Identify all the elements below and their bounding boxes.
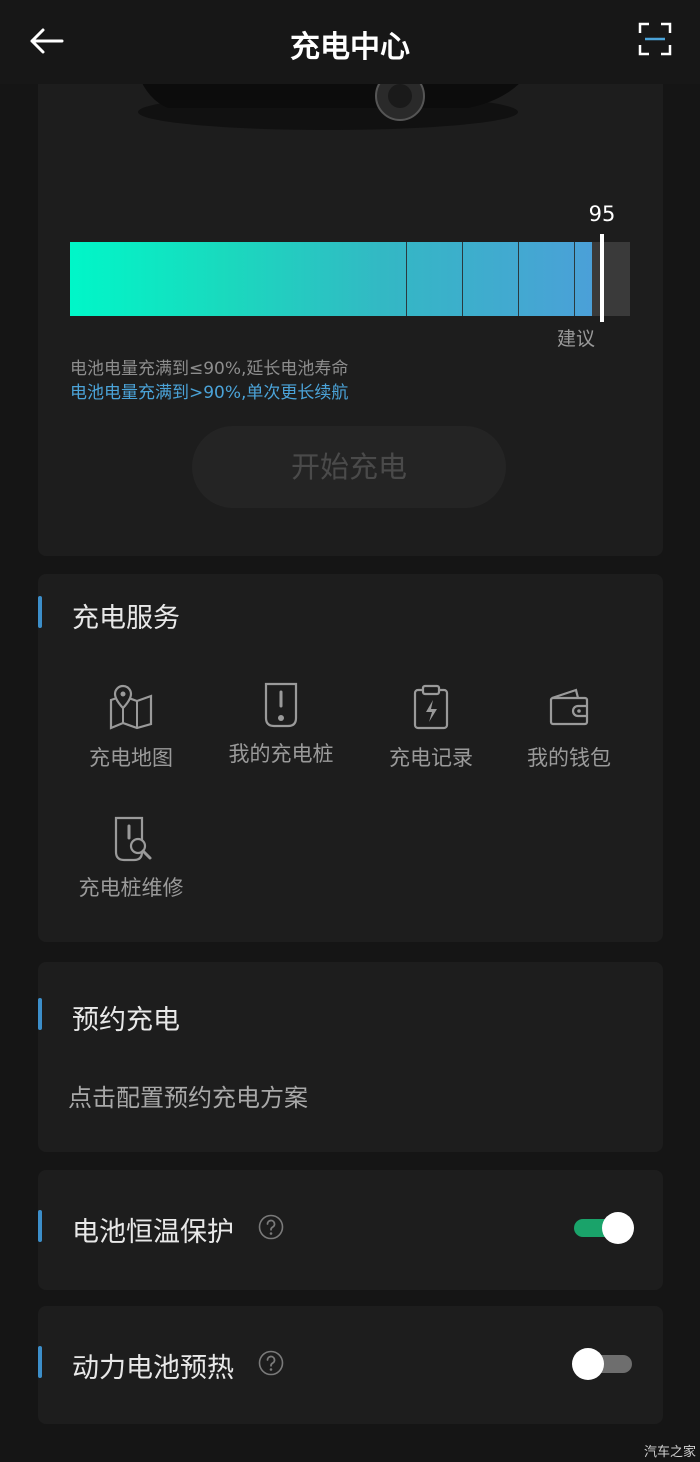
charge-level-fill — [70, 242, 592, 316]
wallet-icon — [549, 688, 589, 726]
battery-thermal-toggle[interactable] — [574, 1212, 634, 1244]
toggle-knob — [602, 1212, 634, 1244]
section-accent — [38, 998, 42, 1030]
service-label: 我的充电桩 — [228, 742, 334, 766]
charge-limit-card: 95 建议 电池电量充满到≤90%,延长电池寿命 电池电量充满到>90%,单次更… — [38, 70, 663, 556]
battery-preheat-label: 动力电池预热 — [72, 1353, 234, 1384]
battery-preheat-toggle[interactable] — [572, 1348, 632, 1380]
top-bar: 充电中心 — [0, 0, 700, 84]
question-icon[interactable] — [258, 1350, 284, 1376]
battery-thermal-card: 电池恒温保护 — [38, 1170, 663, 1290]
bar-divider — [462, 242, 463, 316]
watermark: 汽车之家 — [643, 1445, 696, 1460]
service-label: 我的钱包 — [527, 746, 611, 770]
service-charging-map[interactable]: 充电地图 — [66, 684, 196, 772]
service-charge-records[interactable]: 充电记录 — [366, 684, 496, 772]
section-accent — [38, 1346, 42, 1378]
service-label: 充电地图 — [89, 746, 173, 770]
repair-icon — [114, 816, 152, 862]
scan-frame-icon[interactable] — [638, 22, 672, 56]
charge-limit-value: 95 — [588, 202, 616, 226]
page-title: 充电中心 — [290, 30, 410, 65]
section-accent — [38, 1210, 42, 1242]
bar-divider — [574, 242, 575, 316]
scheduled-charging-link[interactable]: 点击配置预约充电方案 — [68, 1078, 308, 1113]
charge-record-icon — [413, 684, 449, 730]
section-title: 充电服务 — [72, 603, 180, 634]
battery-preheat-card: 动力电池预热 — [38, 1306, 663, 1424]
charging-services-card: 充电服务 充电地图 我的充电桩 充电记录 我的钱包 充电桩维修 — [38, 574, 663, 942]
bar-divider — [518, 242, 519, 316]
charging-pile-icon — [264, 682, 298, 728]
service-my-wallet[interactable]: 我的钱包 — [504, 684, 634, 772]
suggest-label: 建议 — [556, 328, 595, 350]
section-accent — [38, 596, 42, 628]
toggle-knob — [572, 1348, 604, 1380]
battery-life-hint: 电池电量充满到≤90%,延长电池寿命 — [70, 359, 349, 379]
battery-thermal-label: 电池恒温保护 — [72, 1217, 234, 1248]
map-pin-icon — [109, 684, 153, 730]
charge-limit-handle[interactable] — [600, 234, 604, 322]
battery-range-hint: 电池电量充满到>90%,单次更长续航 — [70, 383, 349, 403]
service-charger-repair[interactable]: 充电桩维修 — [66, 814, 196, 902]
service-label: 充电记录 — [389, 746, 473, 770]
service-my-charger[interactable]: 我的充电桩 — [216, 680, 346, 768]
start-charging-button[interactable]: 开始充电 — [192, 426, 506, 508]
service-label: 充电桩维修 — [78, 876, 184, 900]
question-icon[interactable] — [258, 1214, 284, 1240]
charge-limit-slider[interactable] — [70, 234, 630, 322]
scheduled-charging-card[interactable]: 预约充电 点击配置预约充电方案 — [38, 962, 663, 1152]
section-title: 预约充电 — [72, 1005, 180, 1036]
bar-divider — [406, 242, 407, 316]
